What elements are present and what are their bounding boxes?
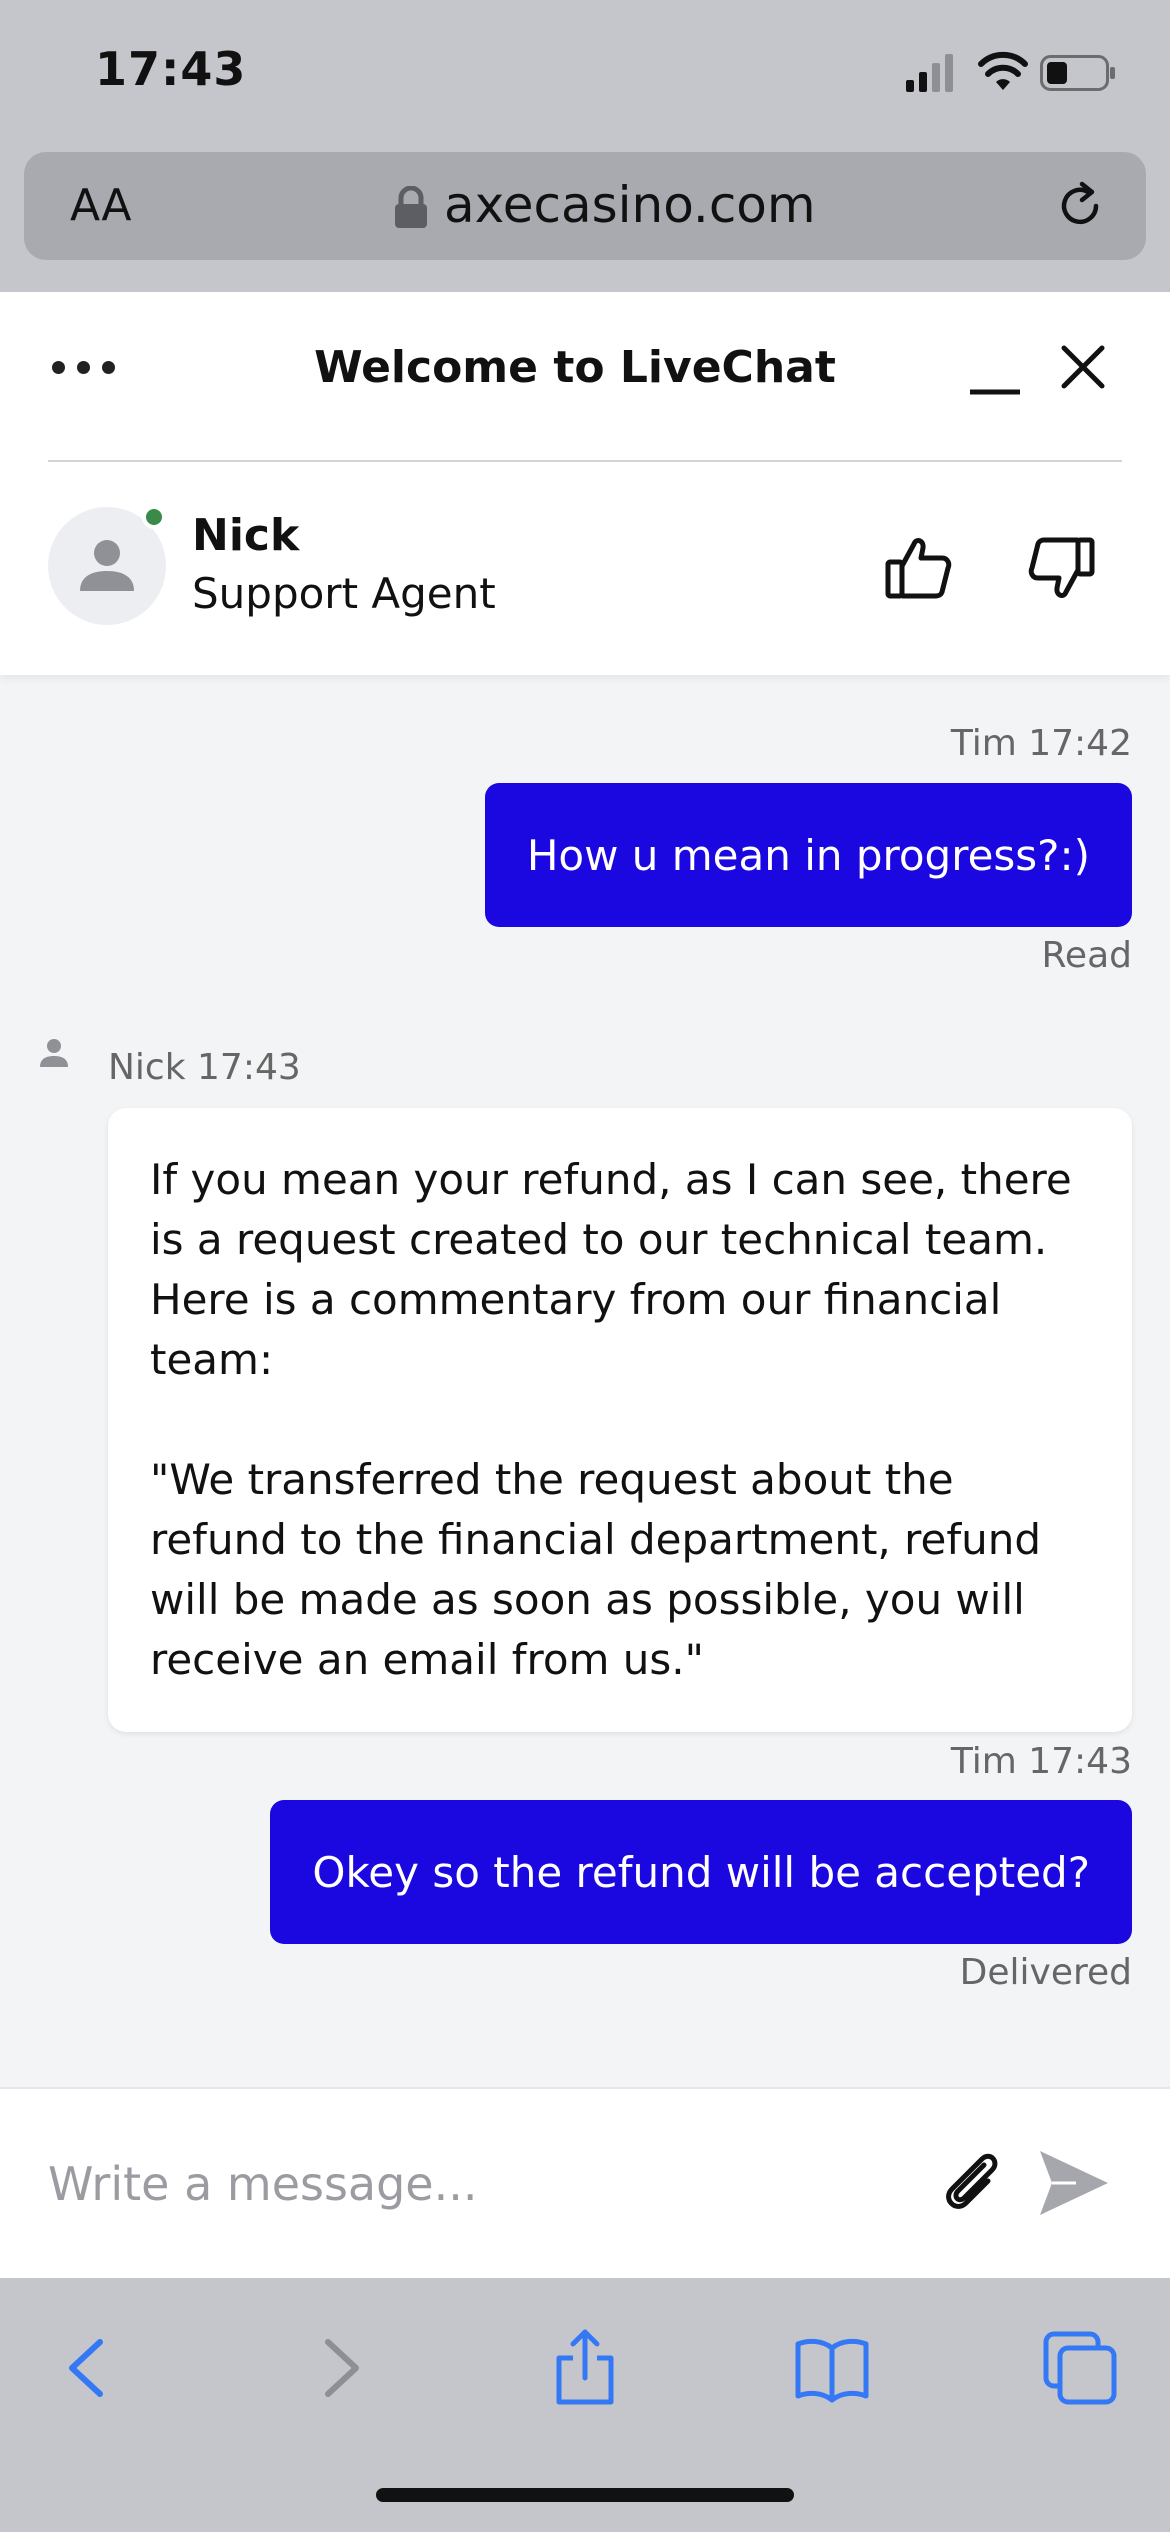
forward-icon[interactable]: [300, 2328, 380, 2408]
lock-icon: [395, 186, 427, 228]
send-icon[interactable]: [1036, 2147, 1112, 2219]
outgoing-message: Okey so the refund will be accepted?: [270, 1800, 1132, 1944]
message-paragraph: "We transferred the request about the re…: [150, 1455, 1042, 1684]
attach-icon[interactable]: [936, 2145, 1010, 2219]
person-icon: [80, 540, 134, 591]
home-indicator: [376, 2488, 794, 2502]
status-time: 17:43: [95, 42, 247, 96]
minimize-icon[interactable]: [968, 356, 1022, 396]
message-meta: Nick 17:43: [108, 1047, 301, 1088]
address-bar[interactable]: AA axecasino.com: [24, 152, 1146, 260]
agent-role: Support Agent: [192, 569, 496, 618]
message-status: Delivered: [959, 1952, 1132, 1993]
battery-icon: [1040, 55, 1115, 91]
incoming-message: If you mean your refund, as I can see, t…: [108, 1108, 1132, 1732]
close-icon[interactable]: [1058, 342, 1108, 392]
chat-header: Welcome to LiveChat Nick Support Agent: [0, 292, 1170, 675]
message-paragraph: If you mean your refund, as I can see, t…: [150, 1155, 1072, 1384]
message-composer: [0, 2087, 1170, 2278]
header-divider: [48, 460, 1122, 462]
text-size-button[interactable]: AA: [70, 180, 131, 231]
reload-icon[interactable]: [1052, 178, 1108, 234]
message-meta: Tim 17:43: [950, 1741, 1132, 1782]
thumbs-up-icon[interactable]: [884, 532, 956, 604]
message-status: Read: [1041, 935, 1132, 976]
message-meta: Tim 17:42: [950, 723, 1132, 764]
livechat-widget: Welcome to LiveChat Nick Support Agent T…: [0, 292, 1170, 2278]
tabs-icon[interactable]: [1040, 2328, 1120, 2408]
cellular-signal-icon: [906, 54, 953, 92]
wifi-icon: [978, 51, 1028, 90]
share-icon[interactable]: [545, 2328, 625, 2408]
back-icon[interactable]: [48, 2328, 128, 2408]
agent-name: Nick: [192, 510, 300, 561]
online-status-dot: [142, 505, 166, 529]
url-text[interactable]: axecasino.com: [444, 176, 816, 234]
agent-small-icon: [40, 1039, 68, 1067]
text-size-label: AA: [70, 180, 132, 231]
message-input[interactable]: [48, 2149, 898, 2219]
message-list: Tim 17:42 How u mean in progress?:) Read…: [0, 675, 1170, 1995]
bookmarks-icon[interactable]: [792, 2328, 872, 2408]
thumbs-down-icon[interactable]: [1024, 532, 1096, 604]
status-bar: 17:43: [0, 0, 1170, 150]
outgoing-message: How u mean in progress?:): [484, 783, 1132, 927]
